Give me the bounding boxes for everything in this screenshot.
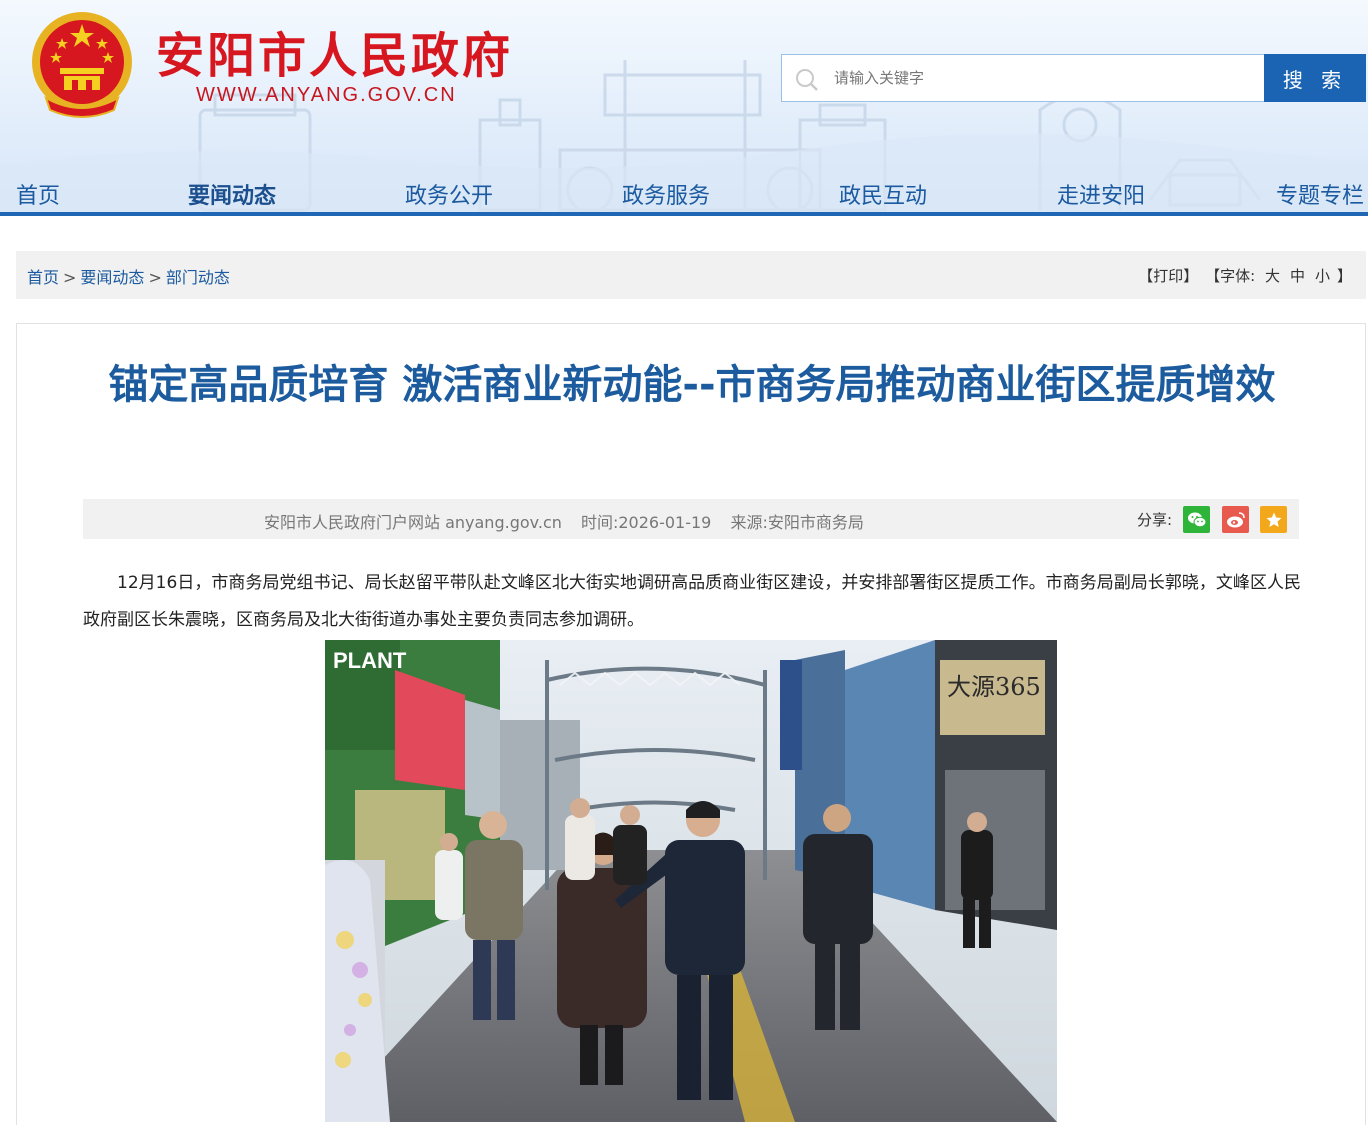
nav-item-home[interactable]: 首页 bbox=[16, 178, 60, 210]
print-button[interactable]: 【打印】 bbox=[1138, 267, 1198, 285]
font-large-button[interactable]: 大 bbox=[1265, 267, 1280, 285]
wechat-icon[interactable] bbox=[1183, 506, 1210, 533]
font-size-close: 】 bbox=[1336, 267, 1352, 285]
article-source: 来源:安阳市商务局 bbox=[730, 513, 864, 532]
search-box bbox=[781, 54, 1264, 102]
search-icon bbox=[796, 69, 818, 91]
article-meta: 安阳市人民政府门户网站 anyang.gov.cn 时间:2026-01-19 … bbox=[264, 509, 878, 533]
article-photo: PLANT 大源365 bbox=[325, 640, 1057, 1122]
breadcrumb-bar: 首页 > 要闻动态 > 部门动态 【打印】 【字体: 大中小】 bbox=[16, 251, 1366, 299]
national-emblem-icon bbox=[32, 12, 132, 118]
article-time: 时间:2026-01-19 bbox=[580, 513, 712, 532]
article-card: 锚定高品质培育 激活商业新动能--市商务局推动商业街区提质增效 安阳市人民政府门… bbox=[16, 323, 1366, 1125]
font-medium-button[interactable]: 中 bbox=[1290, 267, 1305, 285]
photo-sign-plant: PLANT bbox=[333, 648, 407, 673]
font-small-button[interactable]: 小 bbox=[1315, 267, 1330, 285]
search-input[interactable] bbox=[834, 63, 1254, 93]
article-publisher: 安阳市人民政府门户网站 anyang.gov.cn bbox=[264, 513, 562, 532]
article-title: 锚定高品质培育 激活商业新动能--市商务局推动商业街区提质增效 bbox=[108, 362, 1276, 408]
nav-item-gov-services[interactable]: 政务服务 bbox=[622, 178, 710, 210]
favorite-star-icon[interactable] bbox=[1260, 506, 1287, 533]
page-tools: 【打印】 【字体: 大中小】 bbox=[1136, 265, 1352, 286]
nav-underline bbox=[0, 212, 1368, 216]
breadcrumb-department-news[interactable]: 部门动态 bbox=[166, 268, 230, 287]
breadcrumb-separator: > bbox=[63, 268, 77, 287]
breadcrumb: 首页 > 要闻动态 > 部门动态 bbox=[27, 264, 230, 288]
breadcrumb-home[interactable]: 首页 bbox=[27, 268, 59, 287]
main-nav: 首页 要闻动态 政务公开 政务服务 政民互动 走进安阳 专题专栏 bbox=[0, 178, 1368, 214]
article-body: 12月16日，市商务局党组书记、局长赵留平带队赴文峰区北大街实地调研高品质商业街… bbox=[83, 573, 1301, 630]
site-header: 安阳市人民政府 WWW.ANYANG.GOV.CN 搜 索 首页 要闻动态 政务… bbox=[0, 0, 1368, 216]
site-url: WWW.ANYANG.GOV.CN bbox=[196, 84, 457, 106]
nav-item-interaction[interactable]: 政民互动 bbox=[839, 178, 927, 210]
article-meta-bar: 安阳市人民政府门户网站 anyang.gov.cn 时间:2026-01-19 … bbox=[83, 499, 1299, 539]
share-label: 分享: bbox=[1137, 511, 1173, 529]
breadcrumb-separator: > bbox=[148, 268, 162, 287]
nav-item-news[interactable]: 要闻动态 bbox=[188, 178, 276, 210]
search-button[interactable]: 搜 索 bbox=[1264, 54, 1366, 102]
site-title[interactable]: 安阳市人民政府 bbox=[156, 16, 513, 86]
font-size-label: 【字体: bbox=[1205, 267, 1256, 285]
nav-item-about-anyang[interactable]: 走进安阳 bbox=[1057, 178, 1145, 210]
photo-sign-store: 大源365 bbox=[947, 673, 1041, 701]
breadcrumb-news[interactable]: 要闻动态 bbox=[80, 268, 144, 287]
nav-item-special-topics[interactable]: 专题专栏 bbox=[1276, 178, 1364, 210]
nav-item-gov-affairs[interactable]: 政务公开 bbox=[405, 178, 493, 210]
weibo-icon[interactable] bbox=[1222, 506, 1249, 533]
